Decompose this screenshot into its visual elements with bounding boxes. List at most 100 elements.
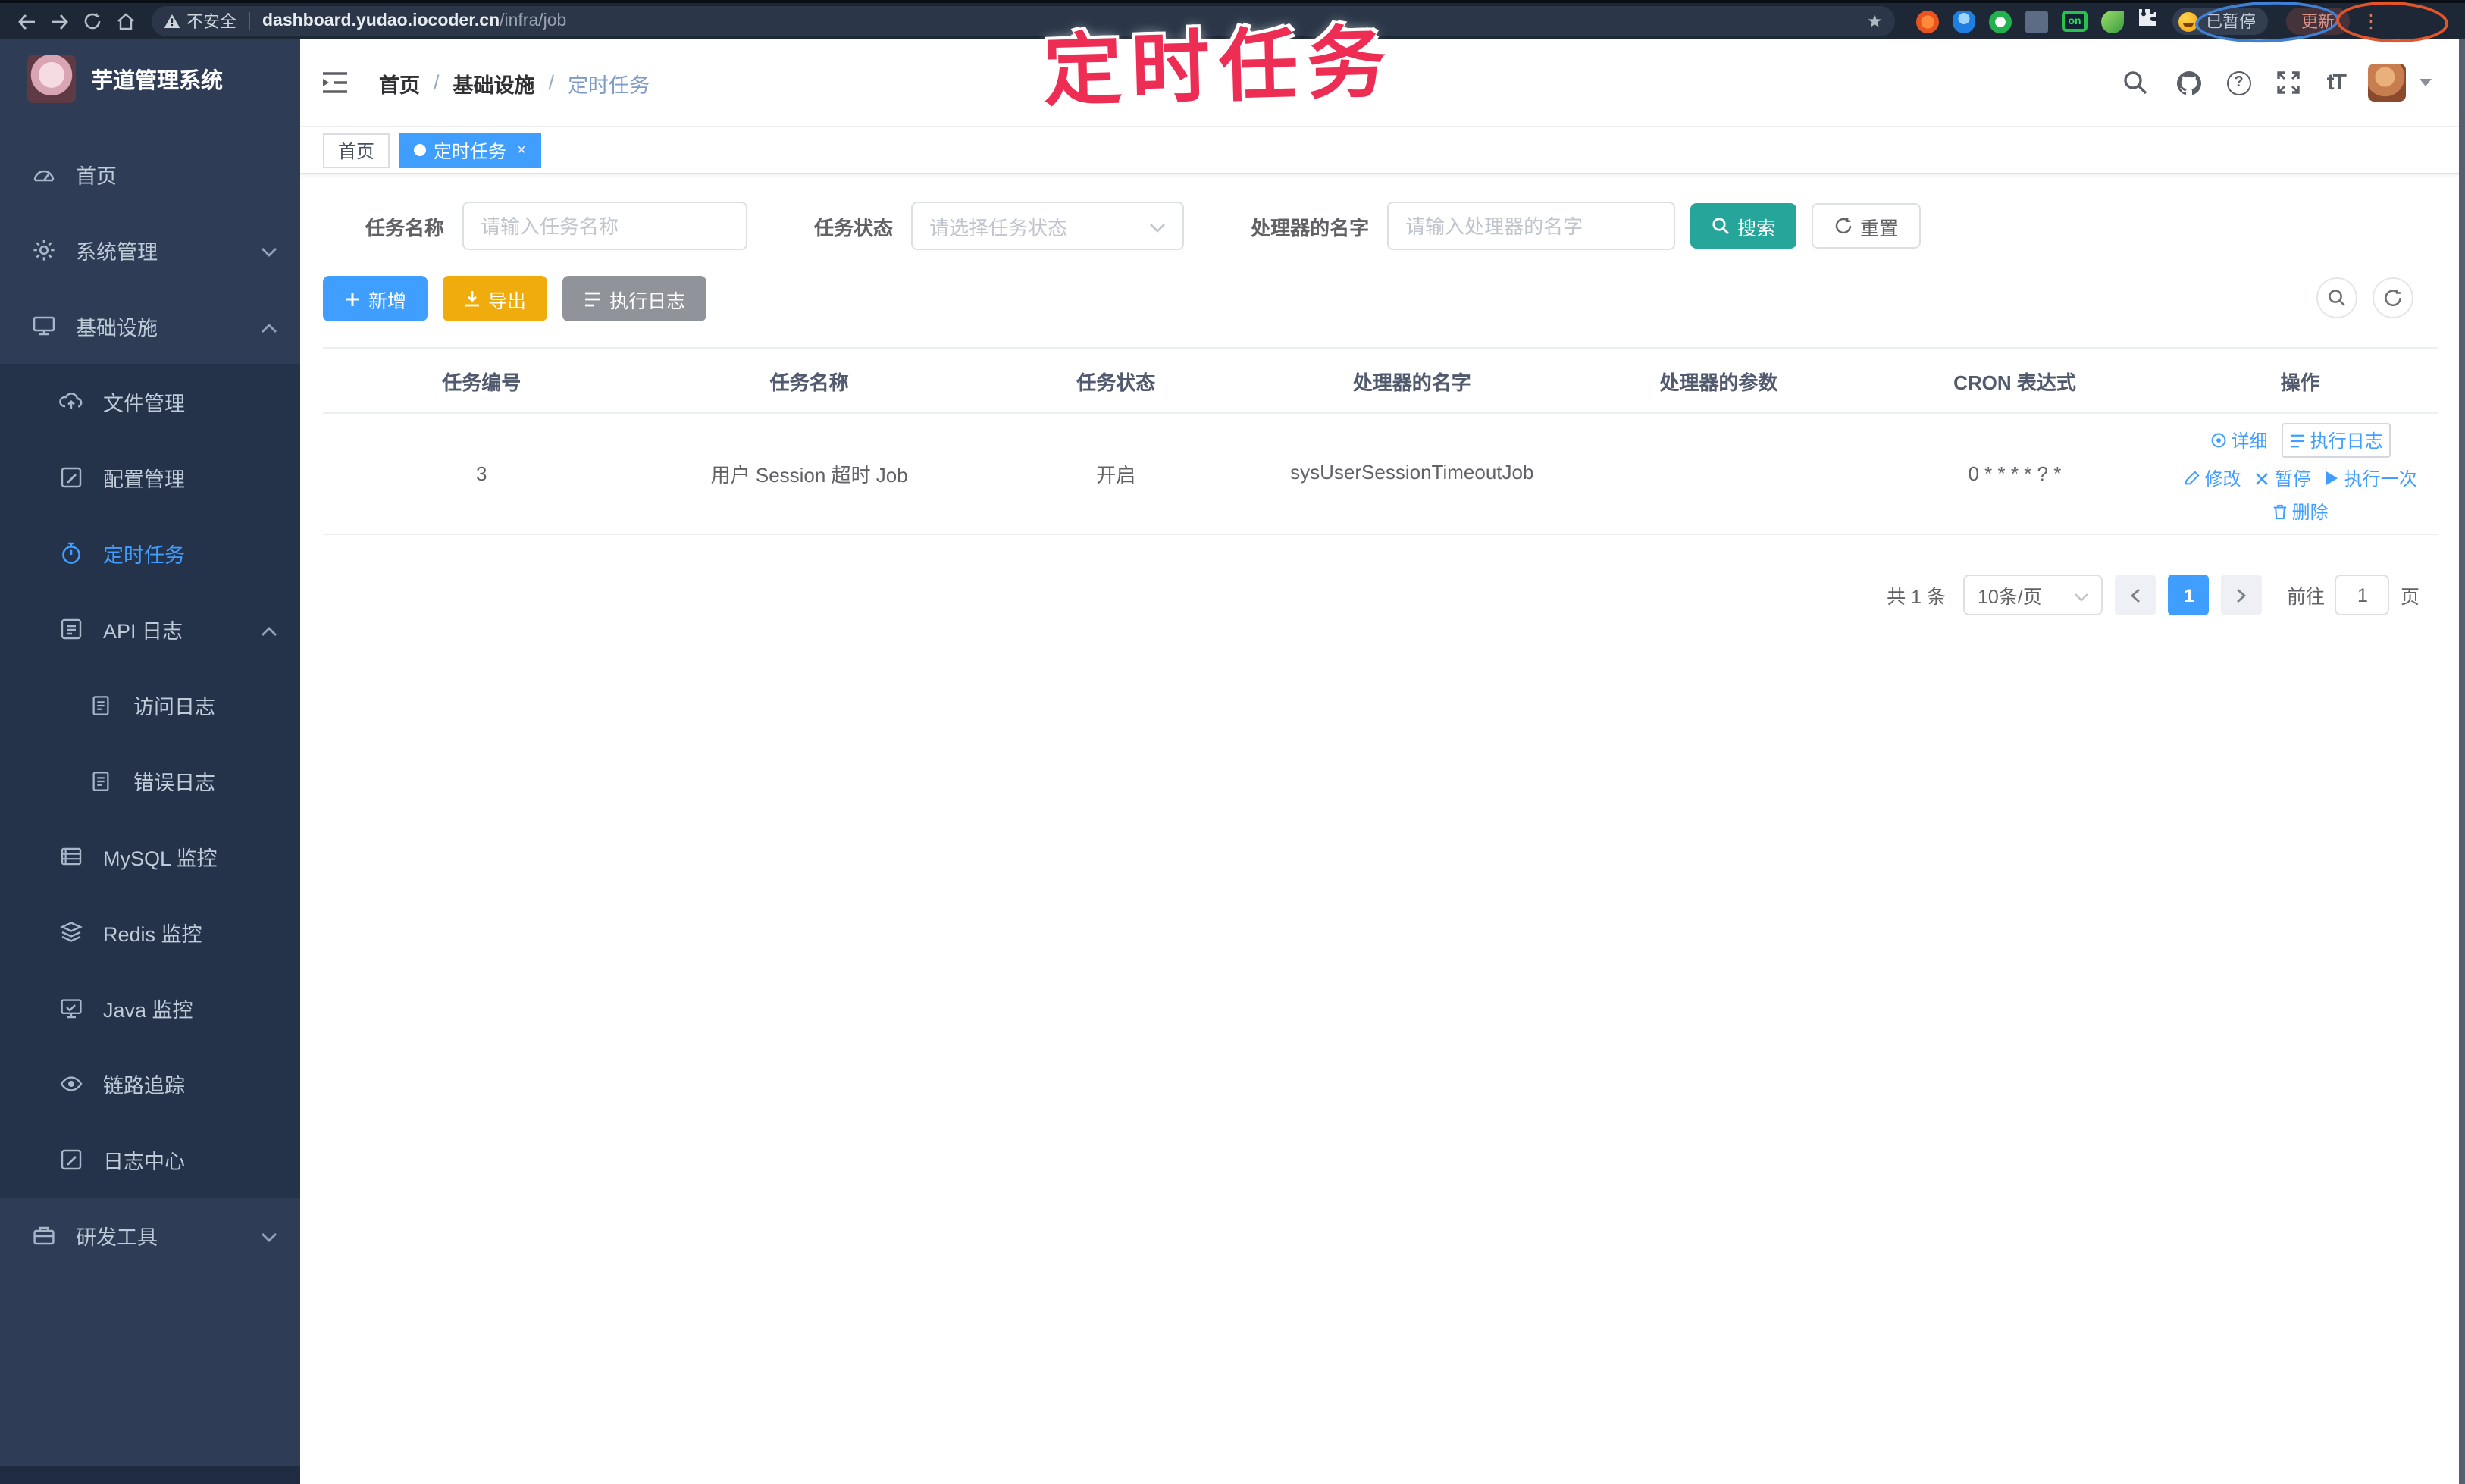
breadcrumb-separator: /: [548, 71, 555, 94]
sidebar-toggle-icon[interactable]: [315, 63, 355, 102]
tag-scheduled-jobs[interactable]: 定时任务 ×: [399, 133, 541, 167]
scrollbar[interactable]: [2459, 39, 2465, 1484]
extension-on-icon[interactable]: on: [2062, 11, 2088, 32]
sidebar-item-mysql-monitor[interactable]: MySQL 监控: [0, 819, 300, 894]
paused-label: 已暂停: [2206, 14, 2256, 32]
search-icon[interactable]: [2121, 67, 2151, 98]
page-content: 任务名称 任务状态 请选择任务状态 处理器的名字 搜索 重置: [300, 174, 2459, 615]
refresh-icon: [1835, 218, 1852, 234]
sidebar-item-scheduled-jobs[interactable]: 定时任务: [0, 515, 300, 591]
chevron-left-icon: [2131, 587, 2141, 603]
font-size-icon[interactable]: tT: [2327, 70, 2347, 95]
chevron-right-icon: [2238, 587, 2247, 603]
chevron-down-icon: [261, 1224, 277, 1247]
browser-menu-icon[interactable]: ⋮: [2362, 11, 2380, 32]
log-icon: [58, 1147, 83, 1172]
sidebar-item-infra[interactable]: 基础设施: [0, 288, 300, 364]
exec-log-button[interactable]: 执行日志: [562, 276, 707, 321]
search-button[interactable]: 搜索: [1690, 203, 1797, 249]
eye-icon: [2211, 433, 2226, 448]
bookmark-star-icon[interactable]: ★: [1866, 11, 1883, 32]
sidebar-item-label: Java 监控: [103, 999, 193, 1022]
breadcrumb-home[interactable]: 首页: [379, 67, 420, 98]
detail-action[interactable]: 详细: [2210, 423, 2268, 458]
sidebar-item-label: 文件管理: [103, 393, 185, 415]
sidebar-item-system[interactable]: 系统管理: [0, 212, 300, 288]
sidebar-item-label: 链路追踪: [103, 1075, 185, 1097]
handler-name-input[interactable]: [1387, 202, 1676, 250]
extension-icon[interactable]: [2025, 10, 2048, 33]
sidebar-item-tracing[interactable]: 链路追踪: [0, 1046, 300, 1122]
user-avatar[interactable]: [2368, 64, 2406, 102]
extension-icon[interactable]: [1989, 10, 2012, 33]
action-label: 删除: [2291, 502, 2329, 523]
sidebar-item-home[interactable]: 首页: [0, 136, 300, 212]
github-icon[interactable]: [2174, 67, 2204, 98]
delete-action[interactable]: 删除: [2272, 499, 2329, 524]
sidebar-item-api-log[interactable]: API 日志: [0, 591, 300, 667]
sidebar-item-error-log[interactable]: 错误日志: [0, 743, 300, 819]
prev-page-button[interactable]: [2115, 575, 2156, 615]
pause-action[interactable]: 暂停: [2255, 465, 2311, 491]
address-bar[interactable]: 不安全 dashboard.yudao.iocoder.cn/infra/job…: [152, 6, 1895, 36]
play-icon: [2326, 471, 2338, 485]
actions-cell: 详细 执行日志 修改 暂停 执行一次 删除: [2163, 414, 2438, 534]
doc-icon: [88, 692, 114, 718]
column-header: 任务编号: [442, 371, 522, 393]
table-toolbar: 新增 导出 执行日志: [323, 276, 2438, 321]
extensions-row: on: [1916, 8, 2157, 35]
next-page-button[interactable]: [2221, 575, 2263, 615]
refresh-table-button[interactable]: [2373, 277, 2413, 318]
paused-extension-button[interactable]: 已暂停: [2172, 8, 2268, 35]
page-size-select[interactable]: 10条/页: [1963, 575, 2103, 615]
sidebar-item-label: MySQL 监控: [103, 847, 218, 870]
sidebar-item-dev-tools[interactable]: 研发工具: [0, 1198, 300, 1273]
exec-log-action[interactable]: 执行日志: [2281, 423, 2391, 458]
sidebar-item-config-manage[interactable]: 配置管理: [0, 440, 300, 515]
edit-action[interactable]: 修改: [2184, 465, 2241, 491]
total-count: 共 1 条: [1887, 587, 1946, 608]
run-once-action[interactable]: 执行一次: [2325, 465, 2417, 491]
fullscreen-icon[interactable]: [2274, 67, 2304, 98]
reset-button-label: 重置: [1860, 218, 1899, 239]
export-button[interactable]: 导出: [443, 276, 548, 321]
sidebar-item-file-manage[interactable]: 文件管理: [0, 364, 300, 440]
sidebar-item-java-monitor[interactable]: Java 监控: [0, 970, 300, 1046]
sidebar-item-label: API 日志: [103, 620, 183, 643]
extensions-puzzle-icon[interactable]: [2138, 8, 2157, 35]
home-icon[interactable]: [109, 8, 143, 35]
security-warning[interactable]: 不安全: [164, 9, 236, 33]
sidebar-item-label: 首页: [76, 165, 117, 188]
reset-button[interactable]: 重置: [1812, 203, 1922, 249]
job-status-select[interactable]: 请选择任务状态: [911, 202, 1185, 250]
sidebar-item-access-log[interactable]: 访问日志: [0, 667, 300, 743]
pencil-icon: [2185, 471, 2200, 485]
job-name-input[interactable]: [462, 202, 748, 250]
security-label: 不安全: [186, 14, 236, 32]
reload-icon[interactable]: [76, 8, 109, 35]
plus-icon: [346, 292, 359, 305]
chrome-update-button[interactable]: 更新: [2286, 8, 2350, 35]
sidebar-item-redis-monitor[interactable]: Redis 监控: [0, 894, 300, 970]
toggle-search-button[interactable]: [2316, 277, 2357, 318]
goto-page-input[interactable]: [2335, 575, 2390, 615]
table-row[interactable]: 3 用户 Session 超时 Job 开启 sysUserSessionTim…: [323, 414, 2438, 535]
extension-icon[interactable]: [1953, 10, 1975, 33]
app-logo-row[interactable]: 芋道管理系统: [0, 39, 300, 118]
extension-icon[interactable]: [1916, 10, 1939, 33]
chevron-up-icon: [261, 315, 277, 337]
add-button[interactable]: 新增: [323, 276, 428, 321]
help-icon[interactable]: ?: [2226, 70, 2251, 95]
extension-icon[interactable]: [2101, 10, 2124, 33]
chevron-down-icon: [1149, 214, 1166, 237]
exec-log-button-label: 执行日志: [609, 290, 686, 312]
breadcrumb-infra[interactable]: 基础设施: [453, 67, 535, 98]
user-menu-caret-icon[interactable]: [2420, 79, 2432, 86]
page-number-button[interactable]: 1: [2168, 575, 2210, 615]
back-icon[interactable]: [9, 8, 42, 35]
sidebar-item-log-center[interactable]: 日志中心: [0, 1122, 300, 1198]
app-logo-avatar: [27, 55, 76, 103]
forward-icon[interactable]: [42, 8, 76, 35]
tag-home[interactable]: 首页: [323, 133, 390, 167]
tag-close-icon[interactable]: ×: [517, 142, 526, 158]
